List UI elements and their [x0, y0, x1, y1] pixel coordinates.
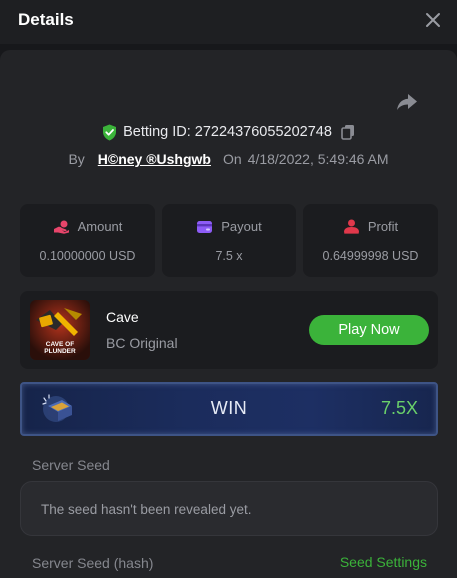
- game-card: CAVE OF PLUNDER Cave BC Original Play No…: [20, 291, 438, 369]
- server-seed-value: The seed hasn't been revealed yet.: [41, 502, 252, 517]
- stat-profit: Profit 0.64999998 USD: [303, 204, 438, 277]
- by-label: By: [68, 151, 85, 167]
- bet-datetime: 4/18/2022, 5:49:46 AM: [247, 151, 389, 167]
- amount-label: Amount: [77, 219, 123, 234]
- thumb-caption-2: PLUNDER: [44, 348, 76, 355]
- copy-icon[interactable]: [341, 124, 355, 140]
- seed-settings-link[interactable]: Seed Settings: [340, 554, 427, 570]
- wallet-icon: [197, 220, 213, 233]
- game-thumbnail[interactable]: CAVE OF PLUNDER: [30, 300, 90, 360]
- betting-id-label: Betting ID:: [123, 124, 191, 140]
- stat-payout: Payout 7.5 x: [162, 204, 296, 277]
- server-seed-label: Server Seed: [32, 457, 110, 473]
- result-multiplier: 7.5X: [380, 398, 418, 418]
- game-provider: BC Original: [106, 335, 178, 351]
- page-title: Details: [18, 10, 74, 29]
- play-now-button[interactable]: Play Now: [309, 315, 429, 345]
- server-seed-hash-label: Server Seed (hash): [32, 555, 154, 571]
- shield-check-icon: [103, 124, 117, 140]
- stat-amount: Amount 0.10000000 USD: [20, 204, 155, 277]
- user-profit-icon: [343, 219, 359, 234]
- profit-label: Profit: [367, 219, 399, 234]
- details-header: Details: [0, 0, 457, 44]
- server-seed-field: The seed hasn't been revealed yet.: [20, 481, 438, 536]
- close-icon: [426, 13, 440, 27]
- bet-author-row: By H©ney ®Ushgwb On 4/18/2022, 5:49:46 A…: [0, 149, 457, 169]
- on-label: On: [222, 151, 242, 167]
- share-icon: [397, 94, 417, 110]
- coins-hand-icon: [53, 220, 69, 234]
- result-banner: WIN 7.5X: [20, 382, 438, 436]
- cave-of-plunder-logo: CAVE OF PLUNDER: [30, 300, 90, 360]
- payout-value: 7.5 x: [215, 249, 243, 263]
- share-button[interactable]: [396, 92, 418, 112]
- amount-value: 0.10000000 USD: [39, 249, 136, 263]
- game-name: Cave: [106, 309, 139, 325]
- thumb-caption-1: CAVE OF: [46, 341, 74, 348]
- result-label: WIN: [210, 398, 248, 418]
- username-link[interactable]: H©ney ®Ushgwb: [98, 151, 211, 167]
- betting-id-row: Betting ID: 27224376055202748: [0, 122, 457, 142]
- close-button[interactable]: [423, 10, 443, 30]
- profit-value: 0.64999998 USD: [322, 249, 419, 263]
- betting-id-value: 27224376055202748: [194, 124, 332, 140]
- payout-label: Payout: [221, 219, 262, 234]
